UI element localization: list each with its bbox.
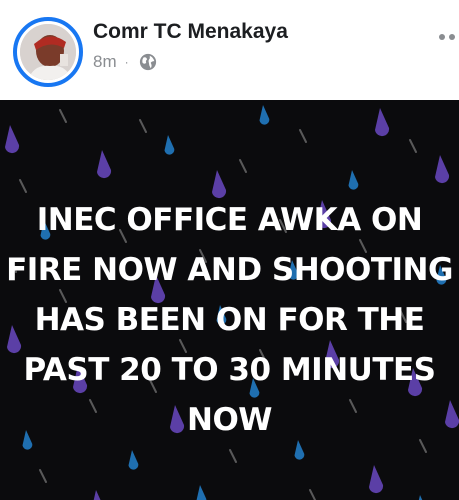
post-text-line: FIRE NOW AND SHOOTING [6, 252, 453, 288]
rain-streak [19, 179, 27, 193]
rain-drop [97, 150, 112, 179]
rain-drop [212, 170, 227, 199]
rain-streak [139, 119, 147, 133]
profile-photo [20, 24, 76, 80]
rain-streak [239, 159, 247, 173]
rain-drop [435, 155, 450, 184]
post-text-line: INEC OFFICE AWKA ON [36, 202, 423, 238]
rain-drop [93, 490, 101, 500]
rain-streak [59, 109, 67, 123]
post-meta: 8m · [93, 52, 157, 72]
rain-streak [39, 469, 47, 483]
more-dot [439, 34, 445, 40]
rain-drop [375, 108, 390, 137]
globe-icon[interactable] [139, 53, 157, 71]
rain-streak [409, 139, 417, 153]
rain-drop [418, 495, 423, 500]
rain-drop [259, 105, 270, 125]
more-options-icon[interactable] [435, 27, 459, 47]
post-timestamp[interactable]: 8m [93, 52, 117, 72]
post-image[interactable]: INEC OFFICE AWKA ON FIRE NOW AND SHOOTIN… [0, 100, 459, 500]
author-name[interactable]: Comr TC Menakaya [93, 20, 288, 44]
post-text: INEC OFFICE AWKA ON FIRE NOW AND SHOOTIN… [0, 195, 459, 445]
post-header: Comr TC Menakaya 8m · [0, 0, 459, 100]
post-text-line: NOW [187, 402, 273, 438]
rain-drop [369, 465, 384, 494]
avatar-photo-icon [20, 24, 76, 80]
post-text-line: HAS BEEN ON FOR THE [34, 302, 425, 338]
rain-drop [196, 485, 207, 500]
rain-streak [229, 449, 237, 463]
rain-drop [128, 450, 139, 470]
rain-streak [299, 129, 307, 143]
more-dot [449, 34, 455, 40]
rain-streak [309, 489, 317, 500]
post-text-line: PAST 20 TO 30 MINUTES [23, 352, 436, 388]
meta-separator: · [124, 55, 129, 69]
rain-drop [5, 125, 20, 154]
rain-drop [164, 135, 175, 155]
rain-drop [348, 170, 359, 190]
avatar[interactable] [13, 17, 83, 87]
